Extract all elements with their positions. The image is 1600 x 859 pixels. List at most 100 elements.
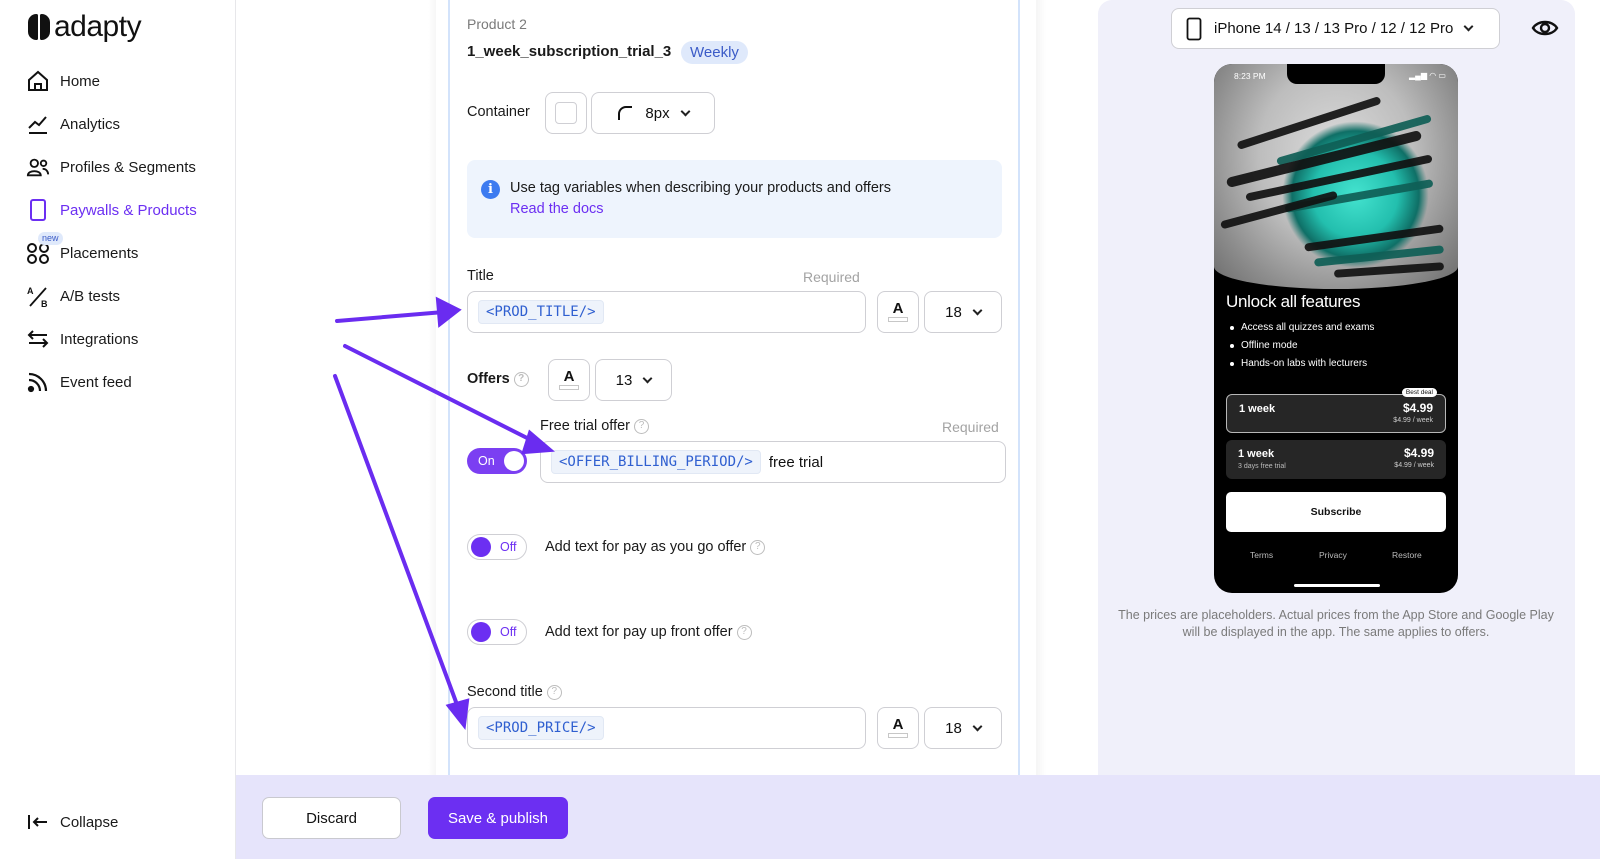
info-icon: i: [481, 180, 500, 199]
help-icon[interactable]: ?: [513, 371, 529, 387]
sidebar-item-analytics[interactable]: Analytics: [26, 109, 120, 139]
annotation-arrow: [333, 374, 461, 712]
title-text-color-button[interactable]: A: [877, 291, 919, 333]
title-input[interactable]: <PROD_TITLE/>: [467, 291, 866, 333]
phone-notch: [1287, 64, 1385, 84]
pay-up-front-label: Add text for pay up front offer?: [545, 624, 752, 640]
best-deal-badge: Best deal: [1401, 388, 1437, 397]
sidebar-item-label: Profiles & Segments: [60, 158, 196, 176]
product-subtitle: 3 days free trial: [1238, 463, 1286, 470]
feature-bullet: Hands-on labs with lecturers: [1230, 358, 1367, 369]
tag-chip[interactable]: <PROD_PRICE/>: [478, 716, 604, 740]
second-title-input[interactable]: <PROD_PRICE/>: [467, 707, 866, 749]
help-icon[interactable]: ?: [634, 418, 649, 434]
free-trial-input[interactable]: <OFFER_BILLING_PERIOD/> free trial: [540, 441, 1006, 483]
pay-up-front-toggle[interactable]: Off: [467, 619, 527, 645]
phone-icon: [26, 198, 50, 222]
help-icon[interactable]: ?: [546, 684, 562, 700]
color-swatch: [555, 102, 577, 124]
read-docs-link[interactable]: Read the docs: [510, 201, 604, 217]
sidebar-item-paywalls[interactable]: Paywalls & Products: [26, 195, 197, 225]
chevron-down-icon: [1463, 21, 1474, 32]
title-label: Title: [467, 268, 494, 284]
users-icon: [26, 155, 50, 179]
privacy-link[interactable]: Privacy: [1319, 550, 1347, 560]
container-color-button[interactable]: [545, 92, 587, 134]
sidebar-item-ab-tests[interactable]: AB A/B tests: [26, 281, 120, 311]
toggle-knob: [471, 537, 491, 557]
product-card[interactable]: Best deal 1 week $4.99 $4.99 / week: [1226, 388, 1446, 433]
svg-text:B: B: [41, 299, 48, 308]
product-heading: Product 2: [467, 16, 527, 32]
color-bar: [559, 385, 579, 390]
title-font-size-dropdown[interactable]: 18: [924, 291, 1002, 333]
chevron-down-icon: [972, 305, 983, 315]
sidebar-item-placements[interactable]: new Placements: [26, 232, 138, 268]
home-icon: [26, 69, 50, 93]
pay-as-you-go-toggle[interactable]: Off: [467, 534, 527, 560]
sidebar-item-label: Event feed: [60, 373, 132, 391]
required-label: Required: [803, 269, 860, 285]
home-indicator: [1294, 584, 1380, 587]
second-title-text-color-button[interactable]: A: [877, 707, 919, 749]
adapty-logo-icon: [28, 14, 50, 40]
panel-shadow: [428, 0, 436, 775]
status-icons: ▂▄▆ ◠ ▭: [1409, 71, 1446, 80]
second-title-font-size-dropdown[interactable]: 18: [924, 707, 1002, 749]
info-text: Use tag variables when describing your p…: [510, 180, 891, 196]
sidebar-item-home[interactable]: Home: [26, 66, 100, 96]
logo-text: adapty: [54, 10, 142, 43]
sidebar-item-label: Home: [60, 72, 101, 90]
product-price: $4.99: [1403, 446, 1434, 460]
new-badge: new: [38, 232, 63, 245]
sidebar: adapty Home Analytics Profiles & Segment…: [0, 0, 236, 859]
font-size-value: 13: [615, 371, 633, 389]
container-radius-dropdown[interactable]: 8px: [591, 92, 715, 134]
status-time: 8:23 PM: [1234, 71, 1266, 81]
discard-button[interactable]: Discard: [262, 797, 401, 839]
chevron-down-icon: [642, 373, 653, 383]
product-price-per: $4.99 / week: [1394, 462, 1434, 469]
tag-chip[interactable]: <OFFER_BILLING_PERIOD/>: [551, 450, 761, 474]
help-icon[interactable]: ?: [736, 624, 752, 640]
free-trial-toggle[interactable]: On: [467, 448, 527, 474]
color-bar: [888, 317, 908, 322]
required-label: Required: [942, 419, 999, 435]
logo[interactable]: adapty: [28, 10, 142, 43]
terms-link[interactable]: Terms: [1250, 550, 1273, 560]
sidebar-item-integrations[interactable]: Integrations: [26, 324, 138, 354]
svg-text:A: A: [27, 286, 34, 296]
sidebar-item-label: A/B tests: [60, 287, 121, 305]
product-name: 1 week: [1238, 448, 1275, 460]
period-badge: Weekly: [681, 41, 748, 64]
eye-icon[interactable]: [1531, 18, 1559, 43]
free-trial-label: Free trial offer?: [540, 418, 649, 434]
product-form-card: [448, 0, 1020, 775]
ab-test-icon: AB: [26, 284, 50, 308]
pay-up-front-text: Add text for pay up front offer: [545, 624, 733, 640]
phone-icon: [1186, 17, 1202, 40]
sidebar-item-event-feed[interactable]: Event feed: [26, 367, 132, 397]
free-trial-suffix: free trial: [768, 453, 824, 471]
collapse-icon: [26, 810, 50, 834]
sidebar-item-profiles[interactable]: Profiles & Segments: [26, 152, 196, 182]
product-card[interactable]: 1 week 3 days free trial $4.99 $4.99 / w…: [1226, 440, 1446, 479]
tag-chip[interactable]: <PROD_TITLE/>: [478, 300, 604, 324]
offers-text-color-button[interactable]: A: [548, 359, 590, 401]
help-icon[interactable]: ?: [750, 539, 766, 555]
save-publish-button[interactable]: Save & publish: [428, 797, 568, 839]
subscribe-button[interactable]: Subscribe: [1226, 492, 1446, 532]
toggle-label: Off: [500, 540, 517, 554]
feed-icon: [26, 370, 50, 394]
text-color-icon: A: [892, 300, 904, 317]
radius-value: 8px: [645, 104, 670, 122]
collapse-button[interactable]: Collapse: [26, 807, 118, 837]
sidebar-item-label: Analytics: [60, 115, 121, 133]
restore-link[interactable]: Restore: [1392, 550, 1422, 560]
offers-font-size-dropdown[interactable]: 13: [595, 359, 672, 401]
device-dropdown[interactable]: iPhone 14 / 13 / 13 Pro / 12 / 12 Pro: [1171, 8, 1500, 49]
second-title-label-text: Second title: [467, 684, 543, 700]
analytics-icon: [26, 112, 50, 136]
feature-bullet: Offline mode: [1230, 340, 1298, 351]
paywall-title: Unlock all features: [1226, 292, 1361, 311]
